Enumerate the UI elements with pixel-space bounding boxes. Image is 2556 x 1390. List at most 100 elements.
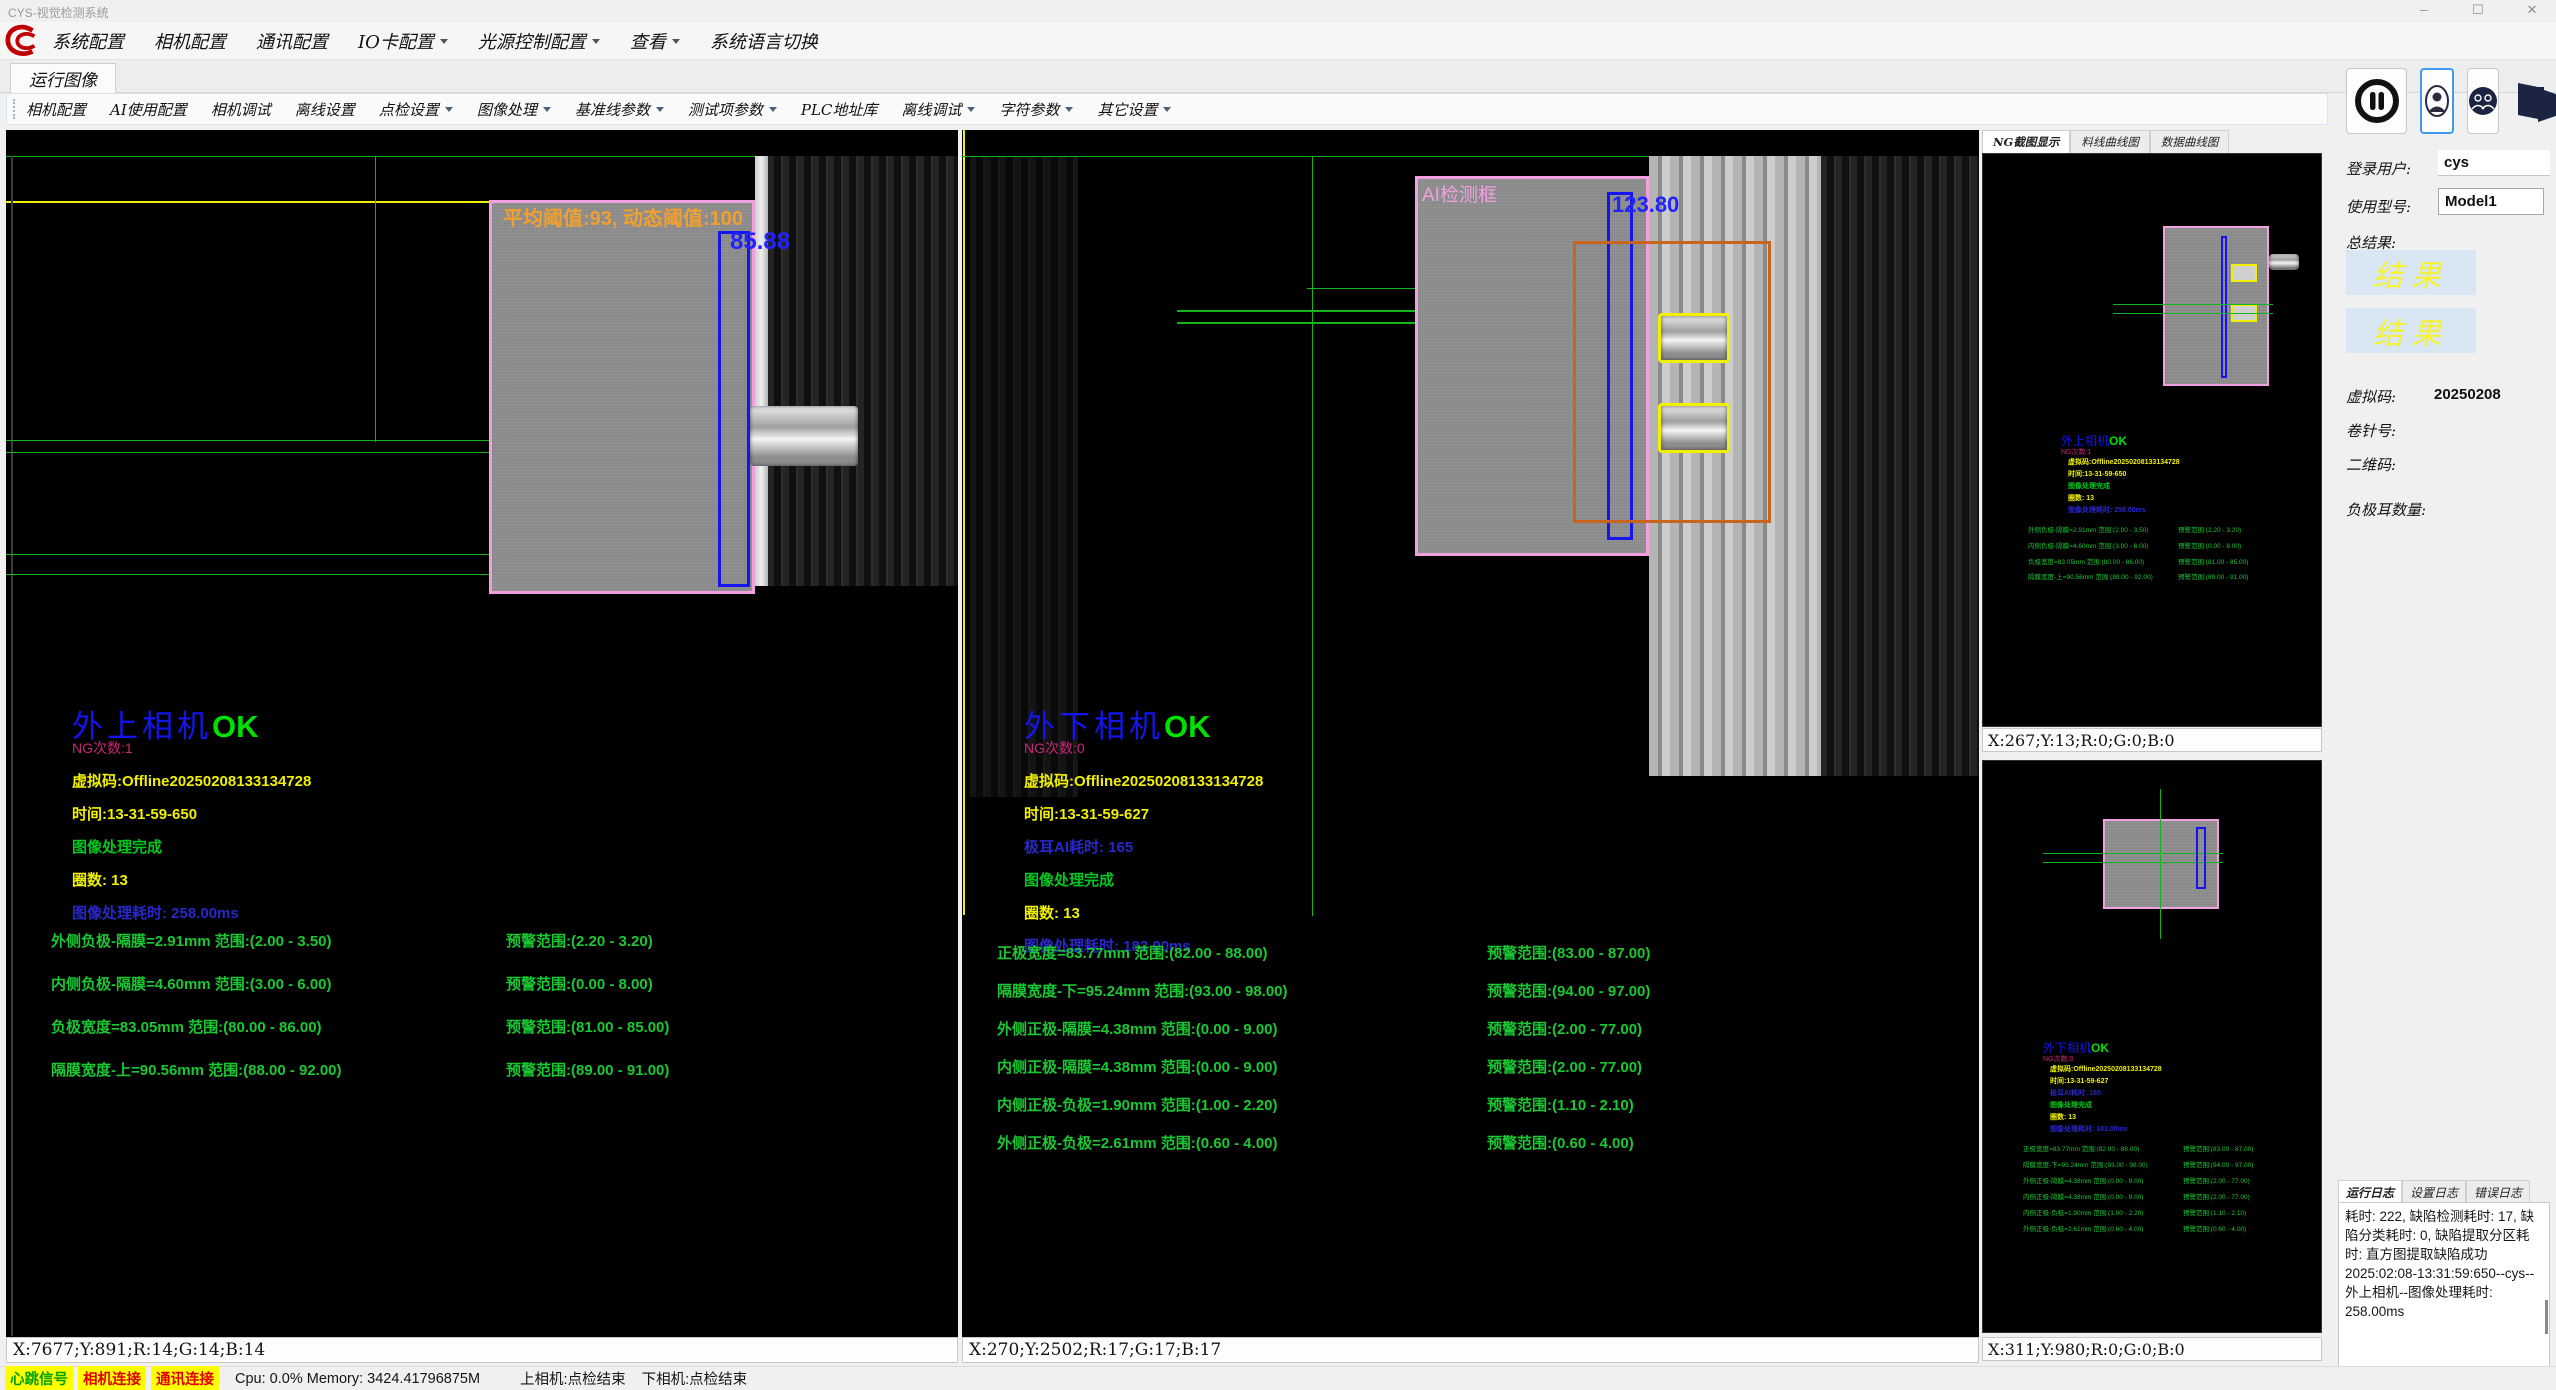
tool-plc-address-lib[interactable]: PLC地址库 xyxy=(801,99,878,120)
menu-system-config[interactable]: 系统配置 xyxy=(52,28,124,54)
measurement-row: 隔膜宽度-下=95.24mm 范围:(93.00 - 98.00)预警范围:(9… xyxy=(997,980,1288,1001)
cpu-memory-text: Cpu: 0.0% Memory: 3424.41796875M xyxy=(235,1371,480,1387)
lower-camera-view[interactable]: AI检测框 123.80 外下相机OK NG次数:0 虚拟码:Offline20… xyxy=(962,130,1979,1337)
width-measure-box xyxy=(718,231,750,587)
minimize-icon[interactable]: – xyxy=(2414,2,2434,18)
tool-offline-debug[interactable]: 离线调试 xyxy=(901,99,975,120)
menu-language-switch[interactable]: 系统语言切换 xyxy=(710,28,818,54)
neg-tab-count-label: 负极耳数量: xyxy=(2346,499,2426,520)
electrode-region-box xyxy=(489,200,755,594)
maximize-icon[interactable]: ☐ xyxy=(2468,2,2488,18)
pause-button[interactable] xyxy=(2346,68,2407,134)
ai-elapsed-text: 极耳AI耗时: 165 xyxy=(1024,836,1263,857)
lower-camera-thumbnail[interactable]: 外下相机OK NG次数:0 虚拟码:Offline202502081331347… xyxy=(1982,760,2322,1333)
user-button[interactable] xyxy=(2420,68,2454,134)
users-button[interactable] xyxy=(2467,68,2499,134)
machine-background xyxy=(768,156,958,586)
tab-data-curve[interactable]: 数据曲线图 xyxy=(2150,130,2230,153)
toolbar-grip[interactable] xyxy=(13,99,18,119)
ai-detect-region-box xyxy=(1573,241,1771,523)
tab-error-log[interactable]: 错误日志 xyxy=(2466,1180,2530,1204)
measurement-row: 内侧正极-负极=1.90mm 范围:(1.00 - 2.20)预警范围:(1.1… xyxy=(997,1094,1288,1115)
tool-baseline-params[interactable]: 基准线参数 xyxy=(575,99,664,120)
comm-connect-badge: 通讯连接 xyxy=(151,1366,219,1390)
camera-connect-badge: 相机连接 xyxy=(78,1366,146,1390)
log-text[interactable]: 耗时: 222, 缺陷检测耗时: 17, 缺陷分类耗时: 0, 缺陷提取分区耗时… xyxy=(2338,1202,2550,1374)
tab-material-curve[interactable]: 料线曲线图 xyxy=(2070,130,2150,153)
chevron-down-icon xyxy=(656,107,664,112)
tool-camera-debug[interactable]: 相机调试 xyxy=(211,99,271,120)
thumbnail-coord-bar: X:311;Y:980;R:0;G:0;B:0 xyxy=(1982,1337,2322,1361)
upper-camera-coord-bar: X:7677;Y:891;R:14;G:14;B:14 xyxy=(6,1337,958,1363)
chevron-down-icon xyxy=(445,107,453,112)
process-done-text: 图像处理完成 xyxy=(1024,869,1263,890)
measurement-row: 外侧负极-隔膜=2.91mm 范围:(2.00 - 3.50)预警范围:(2.2… xyxy=(51,930,342,951)
title-bar: CYS-视觉检测系统 – ☐ ✕ xyxy=(0,0,2556,22)
tool-camera-config[interactable]: 相机配置 xyxy=(26,99,86,120)
menu-camera-config[interactable]: 相机配置 xyxy=(154,28,226,54)
menu-light-control-config[interactable]: 光源控制配置 xyxy=(478,28,600,54)
mini-measure-box xyxy=(2196,827,2206,889)
user-icon xyxy=(2424,81,2450,121)
tool-test-item-params[interactable]: 测试项参数 xyxy=(688,99,777,120)
width-value-text: 85.88 xyxy=(730,228,790,256)
status-bar: 心跳信号 相机连接 通讯连接 Cpu: 0.0% Memory: 3424.41… xyxy=(0,1366,2556,1390)
menu-view[interactable]: 查看 xyxy=(630,28,680,54)
tab-metal-blob xyxy=(750,406,858,466)
upper-camera-thumbnail[interactable]: 外上相机OK NG次数:1 虚拟码:Offline202502081331347… xyxy=(1982,153,2322,727)
upper-camera-view[interactable]: 平均阈值:93, 动态阈值:100 85.88 外上相机OK NG次数:1 虚拟… xyxy=(6,130,958,1337)
tab-settings-log[interactable]: 设置日志 xyxy=(2402,1180,2466,1204)
machine-background xyxy=(1821,156,1979,776)
chevron-down-icon xyxy=(672,39,680,44)
mini-line xyxy=(2113,313,2273,314)
tool-offline-settings[interactable]: 离线设置 xyxy=(295,99,355,120)
tool-image-processing[interactable]: 图像处理 xyxy=(477,99,551,120)
mini-metal-blob xyxy=(2269,254,2299,270)
tool-spot-check-settings[interactable]: 点检设置 xyxy=(379,99,453,120)
camera-status-block: 外上相机OK NG次数:1 虚拟码:Offline202502081331347… xyxy=(72,701,311,923)
tool-other-settings[interactable]: 其它设置 xyxy=(1097,99,1171,120)
login-user-label: 登录用户: xyxy=(2346,158,2411,179)
ng-view-panel: NG截图显示 料线曲线图 数据曲线图 外上相机OK NG次数:1 虚拟码:Off… xyxy=(1982,130,2328,1362)
elapsed-text: 图像处理耗时: 258.00ms xyxy=(72,902,311,923)
model-field[interactable]: Model1 xyxy=(2438,188,2544,215)
measurement-row: 外侧正极-隔膜=4.38mm 范围:(0.00 - 9.00)预警范围:(2.0… xyxy=(997,1018,1288,1039)
tab-ng-screenshot[interactable]: NG截图显示 xyxy=(1982,130,2070,153)
tool-ai-use-config[interactable]: AI使用配置 xyxy=(110,99,187,120)
measurement-row: 外侧正极-负极=2.61mm 范围:(0.60 - 4.00)预警范围:(0.6… xyxy=(997,1132,1288,1153)
chevron-down-icon xyxy=(769,107,777,112)
virtual-code-text: 虚拟码:Offline20250208133134728 xyxy=(72,770,311,791)
loop-count-text: 圈数: 13 xyxy=(72,869,311,890)
virtual-code-text: 虚拟码:Offline20250208133134728 xyxy=(1024,770,1263,791)
time-text: 时间:13-31-59-650 xyxy=(72,803,311,824)
camera-status-block: 外下相机OK NG次数:0 虚拟码:Offline202502081331347… xyxy=(1024,701,1263,956)
image-edge-line xyxy=(11,156,13,1336)
measurement-list: 正极宽度=83.77mm 范围:(82.00 - 88.00)预警范围:(83.… xyxy=(997,942,1288,1153)
thumbnail-coord-bar: X:267;Y:13;R:0;G:0;B:0 xyxy=(1982,728,2322,752)
mini-tab-box xyxy=(2231,264,2257,282)
chevron-down-icon xyxy=(543,107,551,112)
model-label: 使用型号: xyxy=(2346,196,2411,217)
menu-io-card-config[interactable]: IO卡配置 xyxy=(358,28,448,54)
close-icon[interactable]: ✕ xyxy=(2522,2,2542,18)
users-icon xyxy=(2468,86,2498,116)
chevron-down-icon xyxy=(1163,107,1171,112)
film-edge xyxy=(755,156,768,586)
tab-run-log[interactable]: 运行日志 xyxy=(2338,1180,2402,1204)
loop-count-text: 圈数: 13 xyxy=(1024,902,1263,923)
tab-run-image[interactable]: 运行图像 xyxy=(10,63,116,93)
menu-comm-config[interactable]: 通讯配置 xyxy=(256,28,328,54)
main-tab-row: 运行图像 xyxy=(0,60,2556,93)
time-text: 时间:13-31-59-627 xyxy=(1024,803,1263,824)
upper-camera-check-text: 上相机:点检结束 xyxy=(520,1368,626,1389)
tool-char-params[interactable]: 字符参数 xyxy=(999,99,1073,120)
chevron-down-icon xyxy=(592,39,600,44)
result-box-upper: 结果 xyxy=(2346,250,2476,295)
window-title: CYS-视觉检测系统 xyxy=(8,4,109,21)
toolbar: 相机配置 AI使用配置 相机调试 离线设置 点检设置 图像处理 基准线参数 测试… xyxy=(6,93,2328,125)
log-scrollbar[interactable] xyxy=(2545,1300,2548,1334)
measurement-row: 隔膜宽度-上=90.56mm 范围:(88.00 - 92.00)预警范围:(8… xyxy=(51,1059,342,1080)
login-user-field[interactable]: cys xyxy=(2438,150,2550,176)
lower-camera-coord-bar: X:270;Y:2502;R:17;G:17;B:17 xyxy=(962,1337,1979,1363)
chevron-down-icon xyxy=(967,107,975,112)
